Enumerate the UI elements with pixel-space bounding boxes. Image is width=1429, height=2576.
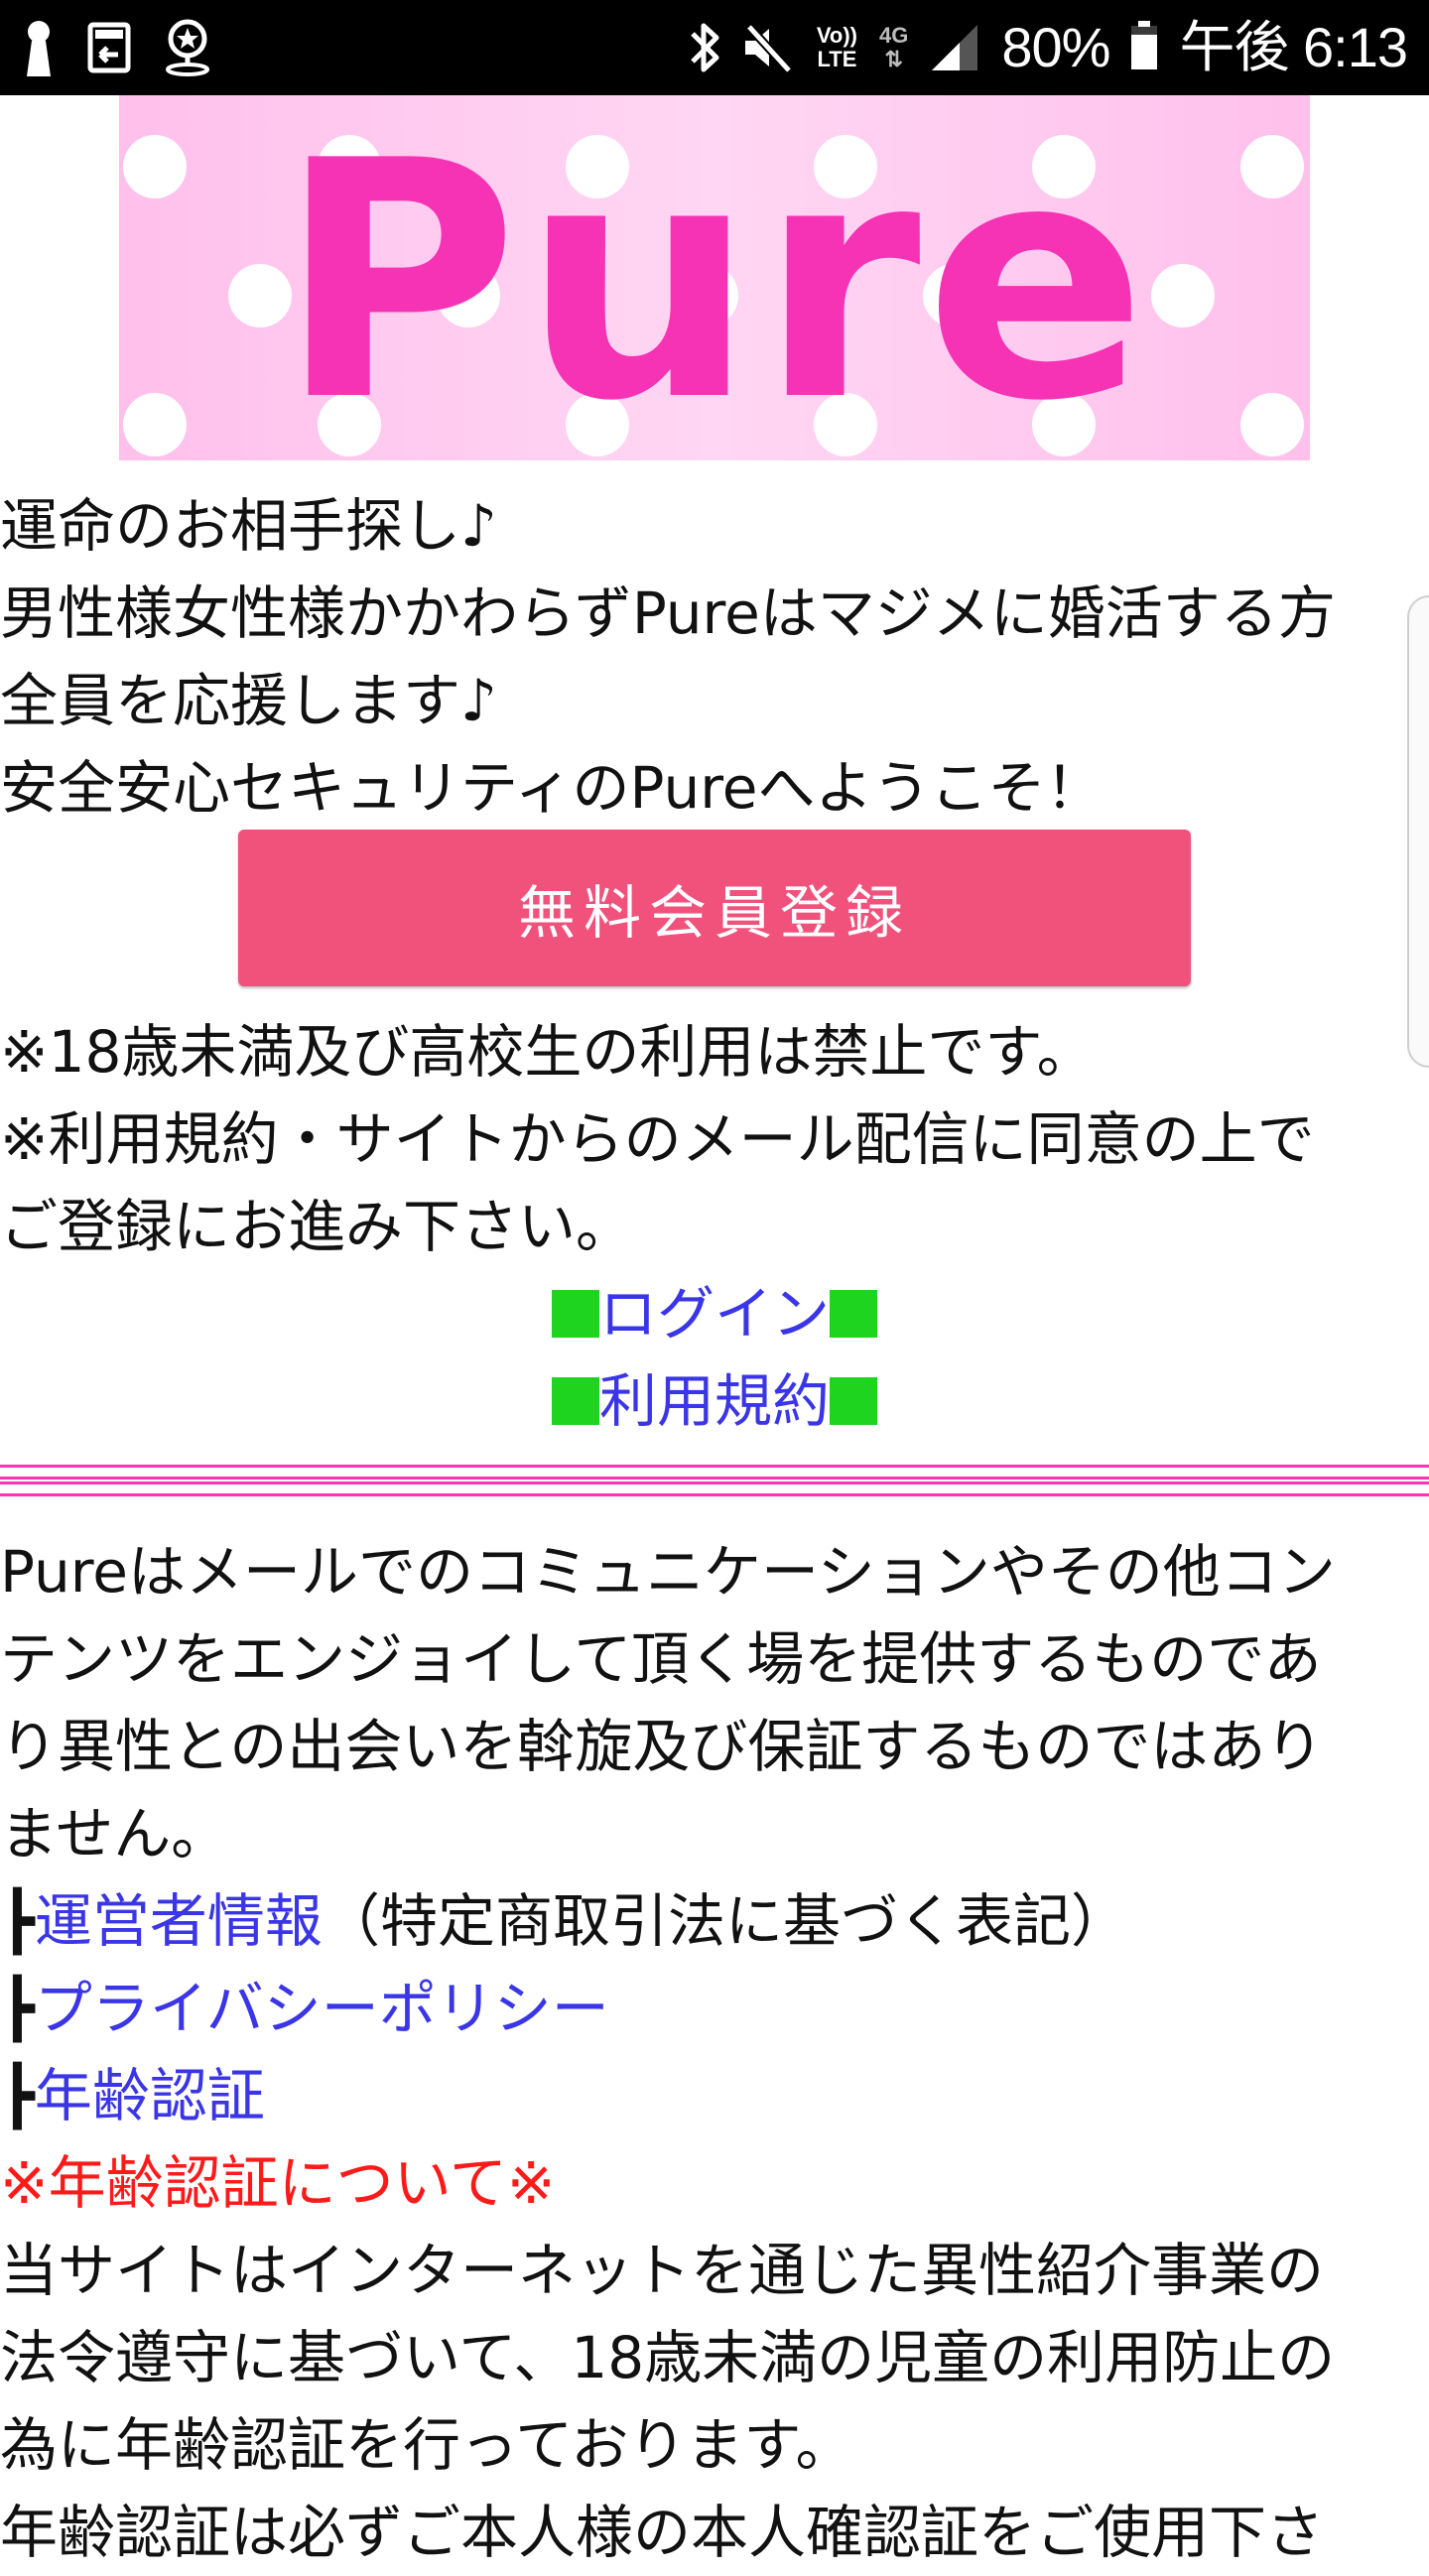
4g-icon: 4G ⇅: [879, 24, 908, 71]
terms-link[interactable]: 利用規約: [599, 1367, 830, 1435]
signal-icon: [930, 23, 979, 72]
age-text-line-1: 当サイトはインターネットを通じた異性紹介事業の: [0, 2237, 1325, 2304]
battery-fill: [1131, 34, 1158, 69]
volte-top-label: Vo)): [816, 23, 857, 48]
intro-line-2: 男性様女性様かかわらずPureはマジメに婚活する方: [0, 580, 1336, 647]
location-star-icon: [165, 19, 210, 76]
age-text-line-4: 年齢認証は必ずご本人様の本人確認証をご使用下さ: [0, 2499, 1325, 2566]
status-bar-right: Vo)) LTE 4G ⇅ 80% 午後 6:13: [690, 14, 1408, 81]
about-line-4: ません。: [0, 1800, 229, 1868]
status-time: 午後 6:13: [1179, 16, 1408, 78]
pure-banner[interactable]: Pure: [119, 95, 1310, 460]
pure-logo: Pure: [278, 95, 1151, 460]
battery-icon: [1131, 21, 1158, 69]
mute-icon: [741, 21, 795, 74]
pink-double-divider: [0, 1465, 1429, 1496]
age-text-line-2: 法令遵守に基づいて、18歳未満の児童の利用防止の: [0, 2324, 1336, 2391]
green-square-icon: [551, 1377, 599, 1425]
free-registration-button[interactable]: 無料会員登録: [238, 830, 1191, 986]
privacy-policy-link[interactable]: プライバシーポリシー: [35, 1975, 609, 2042]
operator-info-row: ┣運営者情報（特定商取引法に基づく表記）: [0, 1877, 1429, 1965]
volte-icon: Vo)) LTE: [817, 24, 857, 71]
about-line-3: り異性との出会いを斡旋及び保証するものではあり: [0, 1713, 1324, 1780]
keyhole-icon: [24, 19, 54, 76]
edge-panel-handle[interactable]: [1407, 595, 1429, 1068]
tree-branch-icon: ┣: [0, 1975, 35, 2042]
privacy-policy-row: ┣プライバシーポリシー: [0, 1965, 1429, 2052]
operator-info-link[interactable]: 運営者情報: [35, 1887, 323, 1955]
green-square-icon: [830, 1377, 877, 1425]
notice-age-restriction: ※18歳未満及び高校生の利用は禁止です。: [0, 1018, 1095, 1086]
age-text-line-3: 為に年齢認証を行っております。: [0, 2411, 853, 2479]
data-arrows-icon: ⇅: [884, 47, 903, 71]
battery-percent: 80%: [1001, 16, 1110, 78]
login-link[interactable]: ログイン: [599, 1280, 830, 1348]
intro-line-3: 全員を応援します♪: [0, 667, 498, 734]
notice-terms-consent: ※利用規約・サイトからのメール配信に同意の上で: [0, 1105, 1315, 1173]
intro-line-4: 安全安心セキュリティのPureへようこそ！: [0, 754, 1104, 822]
about-line-2: テンツをエンジョイして頂く場を提供するものであ: [0, 1625, 1322, 1693]
status-bar-left: [24, 18, 210, 77]
operator-info-note: （特定商取引法に基づく表記）: [322, 1887, 1128, 1955]
tree-branch-icon: ┣: [0, 2062, 35, 2129]
volte-bottom-label: LTE: [817, 47, 857, 71]
download-box-icon: [87, 22, 131, 73]
terms-row: 利用規約: [0, 1357, 1429, 1445]
status-bar: Vo)) LTE 4G ⇅ 80% 午後 6:13: [0, 0, 1429, 95]
green-square-icon: [551, 1290, 599, 1338]
intro-line-1: 運命のお相手探し♪: [0, 492, 498, 560]
age-verification-heading: ※年齢認証について※: [0, 2149, 556, 2217]
bluetooth-icon: [690, 20, 719, 75]
network-type-label: 4G: [878, 23, 909, 48]
tree-branch-icon: ┣: [0, 1887, 35, 1955]
notice-proceed: ご登録にお進み下さい。: [0, 1193, 634, 1260]
about-line-1: Pureはメールでのコミュニケーションやその他コン: [0, 1538, 1336, 1606]
age-verification-row: ┣年齢認証: [0, 2052, 1429, 2139]
login-row: ログイン: [0, 1270, 1429, 1357]
age-verification-link[interactable]: 年齢認証: [35, 2062, 265, 2129]
green-square-icon: [830, 1290, 877, 1338]
